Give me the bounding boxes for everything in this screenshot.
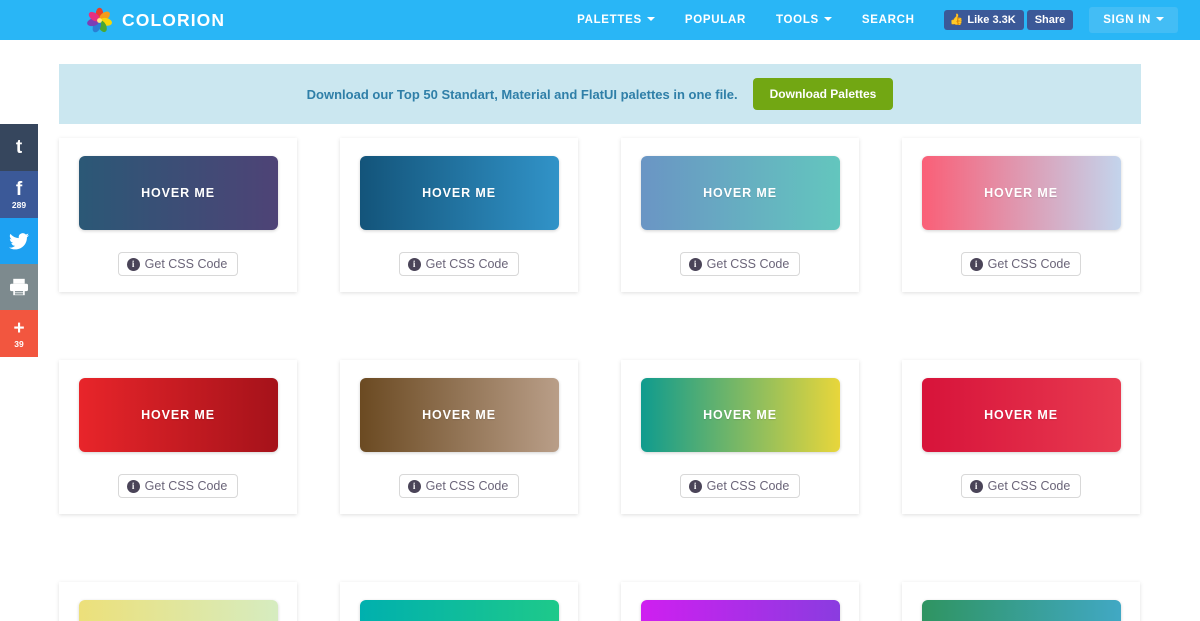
swatch-hover-label: HOVER ME (141, 408, 215, 422)
info-circle-icon: i (969, 257, 983, 271)
nav-item-tools-label: TOOLS (776, 14, 819, 26)
sign-in-label: SIGN IN (1103, 14, 1151, 26)
get-css-code-label: Get CSS Code (706, 257, 790, 271)
get-css-code-label: Get CSS Code (425, 479, 509, 493)
print-button[interactable] (0, 264, 38, 310)
share-twitter-button[interactable] (0, 218, 38, 264)
get-css-code-label: Get CSS Code (987, 479, 1071, 493)
gradient-card[interactable]: HOVER ME i Get CSS Code (340, 138, 578, 292)
gradient-card[interactable]: HOVER ME i Get CSS Code (902, 138, 1140, 292)
swatch-hover-label: HOVER ME (703, 408, 777, 422)
gradient-swatch[interactable]: HOVER ME (359, 378, 559, 452)
facebook-like-label: Like 3.3K (967, 14, 1016, 26)
gradient-swatch[interactable]: HOVER ME (640, 156, 840, 230)
info-circle-icon: i (688, 257, 702, 271)
share-facebook-button[interactable]: f 289 (0, 171, 38, 218)
nav-item-palettes-label: PALETTES (577, 14, 642, 26)
sign-in-button[interactable]: SIGN IN (1089, 7, 1178, 33)
swatch-hover-label: HOVER ME (422, 408, 496, 422)
gradient-card[interactable]: HOVER ME i Get CSS Code (340, 360, 578, 514)
gradient-swatch[interactable]: HOVER ME (921, 600, 1121, 621)
download-banner-text: Download our Top 50 Standart, Material a… (306, 86, 738, 102)
get-css-code-label: Get CSS Code (706, 479, 790, 493)
get-css-code-label: Get CSS Code (987, 257, 1071, 271)
nav-item-popular-label: POPULAR (684, 14, 747, 26)
gradient-card[interactable]: HOVER MEiGet CSS Code (59, 582, 297, 621)
facebook-like-button[interactable]: 👍 Like 3.3K (943, 10, 1024, 30)
logo-text: COLORION (122, 9, 226, 30)
info-circle-icon: i (126, 479, 140, 493)
thumbs-up-icon: 👍 (949, 13, 964, 26)
get-css-code-button[interactable]: i Get CSS Code (398, 252, 520, 276)
share-more-button[interactable]: + 39 (0, 310, 38, 357)
gradient-card[interactable]: HOVER ME i Get CSS Code (621, 360, 859, 514)
chevron-down-icon (646, 17, 655, 21)
get-css-code-button[interactable]: i Get CSS Code (398, 474, 520, 498)
gradient-swatch[interactable]: HOVER ME (921, 378, 1121, 452)
info-circle-icon: i (126, 257, 140, 271)
swatch-hover-label: HOVER ME (984, 408, 1058, 422)
gradient-card[interactable]: HOVER ME i Get CSS Code (59, 360, 297, 514)
share-tumblr-button[interactable]: t (0, 124, 38, 171)
plus-icon: + (13, 317, 25, 339)
download-banner: Download our Top 50 Standart, Material a… (59, 64, 1141, 124)
logo[interactable]: COLORION (86, 0, 225, 40)
swatch-hover-label: HOVER ME (984, 186, 1058, 200)
gradient-swatch[interactable]: HOVER ME (640, 600, 840, 621)
facebook-share-button[interactable]: Share (1026, 10, 1074, 30)
gradient-card-grid: HOVER ME i Get CSS Code HOVER ME i Get CSS Co… (59, 138, 1141, 621)
get-css-code-button[interactable]: i Get CSS Code (117, 252, 239, 276)
share-more-count: 39 (14, 338, 24, 349)
info-circle-icon: i (407, 257, 421, 271)
gradient-card[interactable]: HOVER MEiGet CSS Code (340, 582, 578, 621)
site-header: COLORION PALETTES POPULAR TOOLS SEARCH 👍… (0, 0, 1200, 40)
info-circle-icon: i (969, 479, 983, 493)
info-circle-icon: i (688, 479, 702, 493)
nav-item-popular[interactable]: POPULAR (670, 0, 761, 40)
gradient-card[interactable]: HOVER ME i Get CSS Code (59, 138, 297, 292)
get-css-code-button[interactable]: i Get CSS Code (960, 474, 1082, 498)
facebook-social-group: 👍 Like 3.3K Share (943, 10, 1074, 30)
gradient-swatch[interactable]: HOVER ME (78, 156, 278, 230)
nav-item-search-label: SEARCH (861, 14, 915, 26)
nav-item-search[interactable]: SEARCH (847, 0, 930, 40)
chevron-down-icon (823, 17, 832, 21)
get-css-code-button[interactable]: i Get CSS Code (960, 252, 1082, 276)
nav-item-tools[interactable]: TOOLS (761, 0, 847, 40)
swatch-hover-label: HOVER ME (422, 186, 496, 200)
main-navigation: PALETTES POPULAR TOOLS SEARCH 👍 Like 3.3… (562, 0, 1178, 40)
get-css-code-label: Get CSS Code (144, 479, 228, 493)
facebook-icon: f (15, 178, 23, 200)
gradient-swatch[interactable]: HOVER ME (921, 156, 1121, 230)
swatch-hover-label: HOVER ME (703, 186, 777, 200)
info-circle-icon: i (407, 479, 421, 493)
social-share-rail: t f 289 + 39 (0, 124, 38, 357)
pinwheel-flower-logo-icon (87, 7, 112, 32)
nav-item-palettes[interactable]: PALETTES (562, 0, 670, 40)
gradient-swatch[interactable]: HOVER ME (640, 378, 840, 452)
facebook-share-count: 289 (11, 199, 27, 210)
twitter-bird-icon (9, 232, 29, 249)
chevron-down-icon (1156, 17, 1164, 21)
printer-icon (10, 278, 28, 296)
tumblr-icon: t (15, 137, 23, 158)
gradient-card[interactable]: HOVER ME i Get CSS Code (902, 360, 1140, 514)
swatch-hover-label: HOVER ME (141, 186, 215, 200)
gradient-card[interactable]: HOVER MEiGet CSS Code (902, 582, 1140, 621)
get-css-code-button[interactable]: i Get CSS Code (117, 474, 239, 498)
gradient-card[interactable]: HOVER MEiGet CSS Code (621, 582, 859, 621)
gradient-card[interactable]: HOVER ME i Get CSS Code (621, 138, 859, 292)
gradient-swatch[interactable]: HOVER ME (359, 600, 559, 621)
get-css-code-button[interactable]: i Get CSS Code (679, 474, 801, 498)
get-css-code-button[interactable]: i Get CSS Code (679, 252, 801, 276)
download-palettes-button[interactable]: Download Palettes (752, 78, 894, 110)
get-css-code-label: Get CSS Code (425, 257, 509, 271)
gradient-swatch[interactable]: HOVER ME (78, 600, 278, 621)
gradient-swatch[interactable]: HOVER ME (359, 156, 559, 230)
gradient-swatch[interactable]: HOVER ME (78, 378, 278, 452)
get-css-code-label: Get CSS Code (144, 257, 228, 271)
